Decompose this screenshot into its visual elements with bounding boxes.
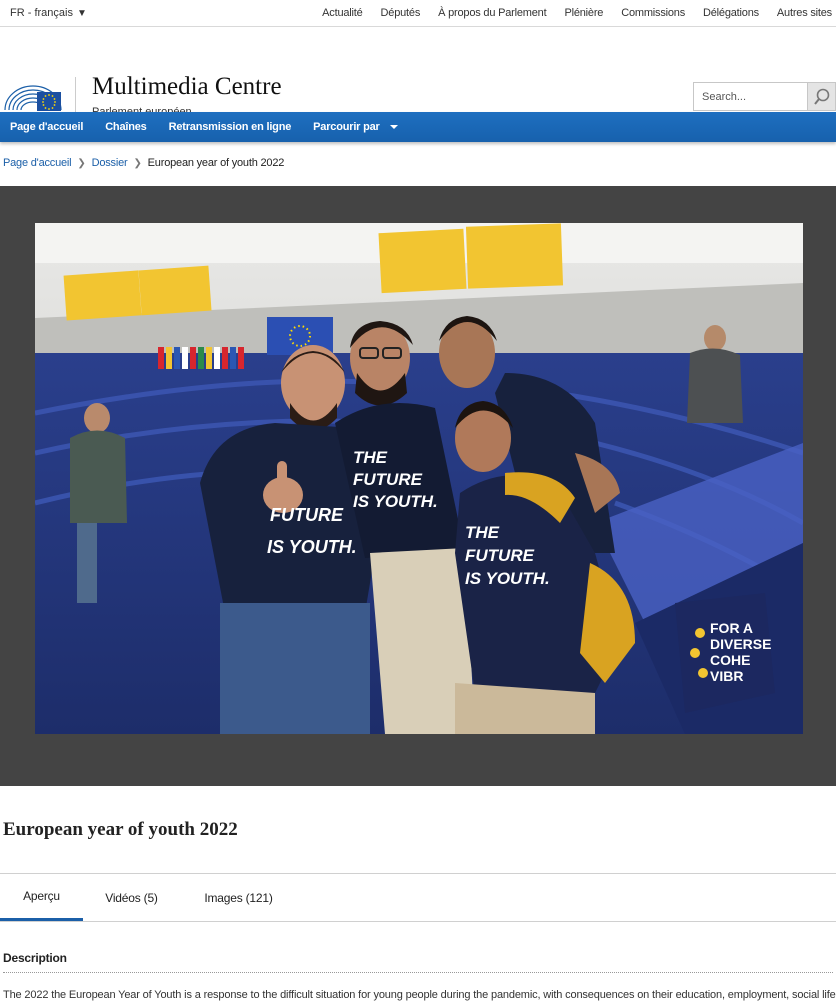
topnav-link-news[interactable]: Actualité: [313, 7, 371, 19]
topnav-link-meps[interactable]: Députés: [372, 7, 430, 19]
page-title: European year of youth 2022: [3, 819, 238, 840]
shirt-text-line-1c: THE: [465, 523, 500, 542]
banner-text-line-1: FOR A: [710, 620, 753, 636]
featured-photo[interactable]: FOR A DIVERSE COHE VIBR FUTURE IS YOUTH.…: [35, 223, 803, 734]
shirt-text-line-3c: IS YOUTH.: [465, 569, 550, 588]
media-panel: FOR A DIVERSE COHE VIBR FUTURE IS YOUTH.…: [0, 186, 836, 786]
topnav-link-about[interactable]: À propos du Parlement: [429, 7, 555, 19]
site-title[interactable]: Multimedia Centre: [92, 73, 282, 101]
nav-browse-by[interactable]: Parcourir par: [313, 121, 398, 133]
breadcrumb: Page d'accueil ❯ Dossier ❯ European year…: [3, 157, 284, 169]
description-text: The 2022 the European Year of Youth is a…: [3, 989, 836, 1001]
nav-channels[interactable]: Chaînes: [105, 121, 147, 133]
search-box: [693, 82, 836, 111]
shirt-text-line-3: IS YOUTH.: [267, 537, 357, 557]
breadcrumb-current: European year of youth 2022: [147, 157, 285, 169]
caret-down-icon: ▼: [76, 7, 87, 19]
european-parliament-logo[interactable]: [3, 80, 63, 113]
topnav-link-committees[interactable]: Commissions: [612, 7, 694, 19]
language-selector[interactable]: FR - français ▼: [10, 7, 87, 19]
nav-live[interactable]: Retransmission en ligne: [169, 121, 292, 133]
chevron-down-icon: [389, 125, 398, 129]
nav-browse-by-label: Parcourir par: [313, 121, 380, 133]
description-heading: Description: [3, 951, 67, 965]
topnav-link-plenary[interactable]: Plénière: [555, 7, 612, 19]
shirt-text-line-2c: FUTURE: [465, 546, 535, 565]
shirt-text-line-2b: FUTURE: [353, 470, 423, 489]
search-button[interactable]: [807, 83, 835, 110]
top-navigation: Actualité Députés À propos du Parlement …: [313, 7, 832, 19]
header-divider: [75, 77, 76, 117]
search-icon: [813, 88, 829, 105]
chevron-right-icon: ❯: [77, 157, 86, 169]
chevron-right-icon: ❯: [133, 157, 142, 169]
topnav-link-other-sites[interactable]: Autres sites: [768, 7, 832, 19]
breadcrumb-dossier[interactable]: Dossier: [92, 157, 128, 169]
shirt-text-line-1b: THE: [353, 448, 388, 467]
main-navigation: Page d'accueil Chaînes Retransmission en…: [0, 112, 836, 142]
breadcrumb-home[interactable]: Page d'accueil: [3, 157, 72, 169]
site-header: Multimedia Centre Parlement européen: [0, 27, 836, 118]
tab-images[interactable]: Images (121): [180, 874, 297, 921]
search-input[interactable]: [694, 83, 807, 110]
banner-text-line-3: COHE: [710, 652, 750, 668]
nav-home[interactable]: Page d'accueil: [10, 121, 83, 133]
content-tabs: Aperçu Vidéos (5) Images (121): [0, 873, 836, 922]
shirt-text-line-2: FUTURE: [270, 505, 344, 525]
tab-overview[interactable]: Aperçu: [0, 874, 83, 921]
topnav-link-delegations[interactable]: Délégations: [694, 7, 768, 19]
top-bar: FR - français ▼ Actualité Députés À prop…: [0, 0, 836, 27]
tab-videos[interactable]: Vidéos (5): [83, 874, 180, 921]
description-divider: [3, 972, 833, 973]
shirt-text-line-3b: IS YOUTH.: [353, 492, 438, 511]
language-label: FR - français: [10, 7, 73, 19]
banner-text-line-4: VIBR: [710, 668, 743, 684]
banner-text-line-2: DIVERSE: [710, 636, 771, 652]
